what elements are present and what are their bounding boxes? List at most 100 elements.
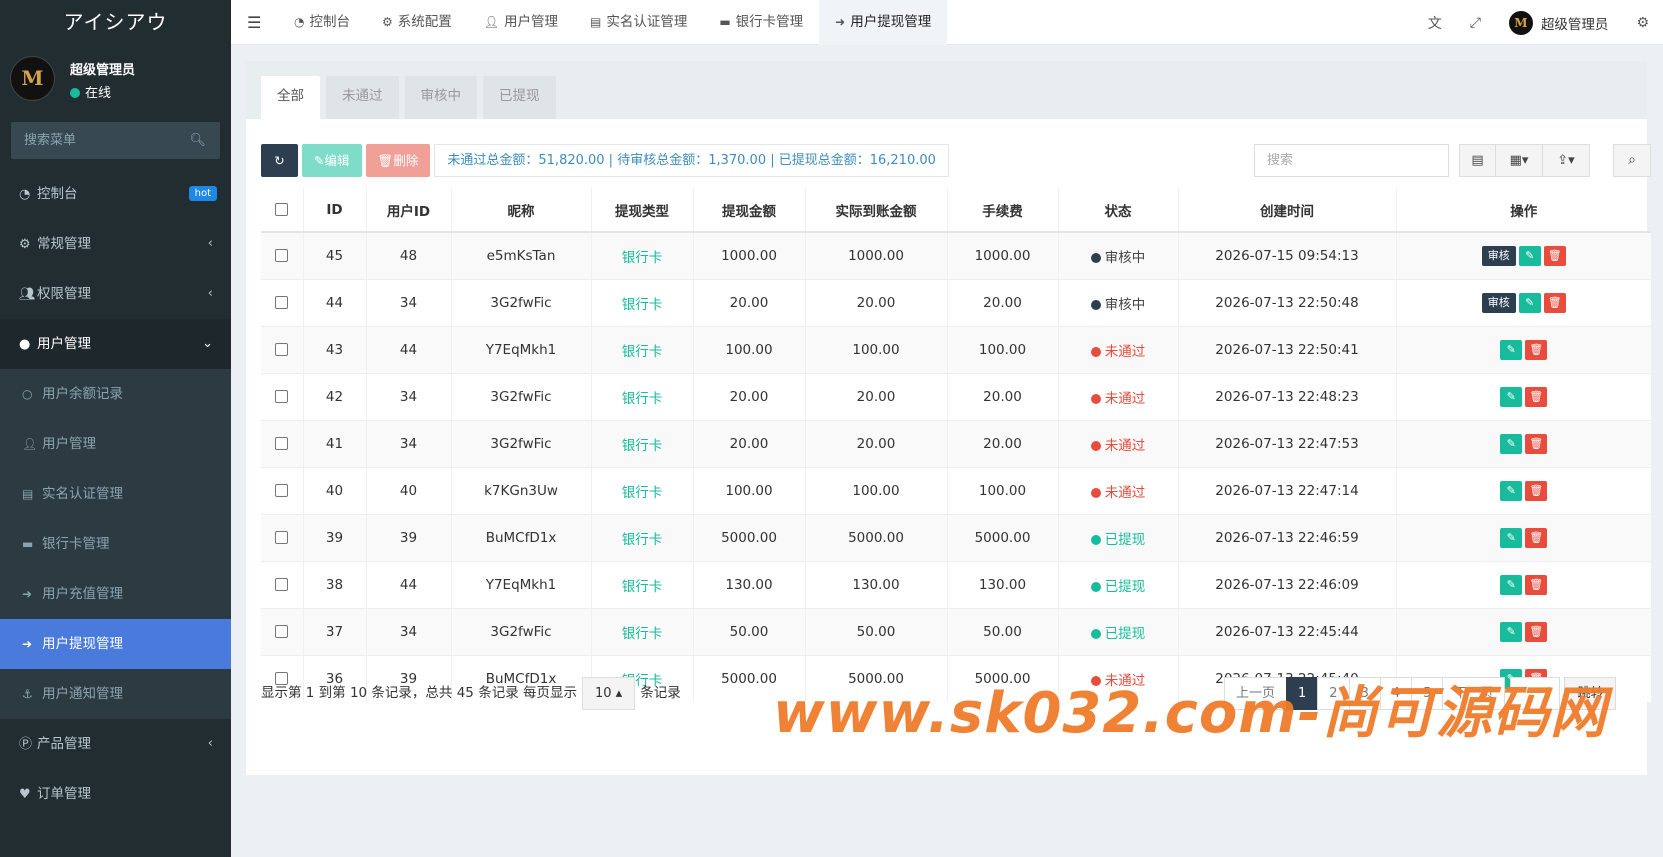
- tab-dashboard[interactable]: ◔ 控制台: [278, 0, 366, 45]
- filter-tab-pending[interactable]: 审核中: [404, 76, 477, 119]
- user-menu[interactable]: M 超级管理员: [1495, 10, 1623, 35]
- col-id[interactable]: ID: [302, 188, 366, 233]
- row-edit-button[interactable]: ✎: [1500, 433, 1523, 454]
- withdraw-type-link[interactable]: 银行卡: [622, 579, 663, 595]
- table-row[interactable]: 44 34 3G2fwFic 银行卡 20.00 20.00 20.00 审核中 2026-07…: [261, 278, 1651, 326]
- row-checkbox[interactable]: [275, 531, 289, 544]
- tab-bankcards[interactable]: ▬ 银行卡管理: [703, 0, 819, 45]
- row-edit-button[interactable]: ✎: [1500, 339, 1523, 360]
- sidebar-subitem-bankcards[interactable]: ▬ 银行卡管理: [0, 519, 231, 569]
- status-badge[interactable]: 已提现: [1090, 532, 1145, 548]
- row-delete-button[interactable]: 🗑︎: [1525, 386, 1548, 407]
- table-row[interactable]: 43 44 Y7EqMkh1 银行卡 100.00 100.00 100.00 未通过 2026…: [261, 325, 1651, 373]
- sidebar-subitem-withdraw[interactable]: ➜ 用户提现管理: [0, 619, 231, 669]
- col-status[interactable]: 状态: [1057, 188, 1178, 233]
- col-amount[interactable]: 提现金额: [692, 188, 805, 233]
- withdraw-type-link[interactable]: 银行卡: [622, 344, 663, 360]
- row-edit-button[interactable]: ✎: [1500, 574, 1523, 595]
- tab-user-management[interactable]: 👤︎ 用户管理: [468, 0, 574, 45]
- edit-button[interactable]: ✎编辑: [302, 144, 362, 177]
- row-delete-button[interactable]: 🗑︎: [1543, 245, 1566, 266]
- withdraw-type-link[interactable]: 银行卡: [622, 391, 663, 407]
- search-icon[interactable]: 🔍︎: [189, 133, 206, 148]
- table-row[interactable]: 37 34 3G2fwFic 银行卡 50.00 50.00 50.00 已提现 2026-07…: [261, 607, 1651, 655]
- status-badge[interactable]: 未通过: [1090, 391, 1145, 407]
- row-checkbox[interactable]: [275, 343, 289, 356]
- app-logo[interactable]: アイシアウ: [0, 0, 231, 44]
- withdraw-type-link[interactable]: 银行卡: [622, 297, 663, 313]
- row-checkbox[interactable]: [275, 578, 289, 591]
- sidebar-item-dashboard[interactable]: ◔ 控制台 hot: [0, 169, 231, 219]
- table-row[interactable]: 38 44 Y7EqMkh1 银行卡 130.00 130.00 130.00 已提现 2026…: [261, 560, 1651, 608]
- filter-tab-all[interactable]: 全部: [261, 76, 320, 119]
- col-type[interactable]: 提现类型: [590, 188, 693, 233]
- tab-system-config[interactable]: ⚙ 系统配置: [366, 0, 468, 45]
- status-badge[interactable]: 未通过: [1090, 438, 1145, 454]
- sidebar-item-general[interactable]: ⚙ 常规管理 ‹: [0, 219, 231, 269]
- fullscreen-icon[interactable]: ⤢: [1456, 15, 1495, 31]
- row-delete-button[interactable]: 🗑︎: [1525, 527, 1548, 548]
- col-fee[interactable]: 手续费: [946, 188, 1058, 233]
- row-edit-button[interactable]: ✎: [1500, 527, 1523, 548]
- col-uid[interactable]: 用户ID: [365, 188, 451, 233]
- gears-icon[interactable]: ⚙: [1622, 15, 1663, 31]
- status-badge[interactable]: 已提现: [1090, 626, 1145, 642]
- row-delete-button[interactable]: 🗑︎: [1525, 433, 1548, 454]
- sidebar-item-permissions[interactable]: 👥︎权限管理 ‹: [0, 269, 231, 319]
- menu-toggle-icon[interactable]: ☰: [247, 13, 261, 32]
- col-created[interactable]: 创建时间: [1177, 188, 1396, 233]
- row-checkbox[interactable]: [275, 249, 289, 263]
- status-badge[interactable]: 未通过: [1090, 344, 1145, 360]
- sidebar-subitem-notify[interactable]: ⚓︎ 用户通知管理: [0, 669, 231, 719]
- row-delete-button[interactable]: 🗑︎: [1525, 621, 1548, 642]
- tab-withdraw[interactable]: ➜ 用户提现管理: [819, 0, 948, 45]
- row-checkbox[interactable]: [275, 296, 289, 309]
- columns-button[interactable]: ▦▾: [1496, 144, 1543, 177]
- filter-tab-rejected[interactable]: 未通过: [326, 76, 399, 119]
- sidebar-subitem-recharge[interactable]: ➜ 用户充值管理: [0, 569, 231, 619]
- row-checkbox[interactable]: [275, 390, 289, 403]
- row-checkbox[interactable]: [275, 484, 289, 497]
- audit-button[interactable]: 审核: [1481, 245, 1516, 266]
- table-row[interactable]: 40 40 k7KGn3Uw 银行卡 100.00 100.00 100.00 未通过 2026…: [261, 466, 1651, 514]
- search-button[interactable]: ⌕: [1613, 144, 1651, 177]
- select-all-checkbox[interactable]: [275, 203, 289, 216]
- translate-icon[interactable]: 文: [1414, 13, 1456, 33]
- row-delete-button[interactable]: 🗑︎: [1525, 480, 1548, 501]
- table-row[interactable]: 42 34 3G2fwFic 银行卡 20.00 20.00 20.00 未通过 2026-07…: [261, 372, 1651, 420]
- sidebar-item-products[interactable]: Ⓟ 产品管理 ‹: [0, 719, 231, 769]
- row-checkbox[interactable]: [275, 625, 289, 638]
- row-edit-button[interactable]: ✎: [1518, 292, 1541, 313]
- row-edit-button[interactable]: ✎: [1500, 480, 1523, 501]
- sidebar-item-user-management[interactable]: ● 用户管理 ⌄: [0, 319, 231, 369]
- withdraw-type-link[interactable]: 银行卡: [622, 485, 663, 501]
- col-nickname[interactable]: 昵称: [450, 188, 591, 233]
- status-badge[interactable]: 未通过: [1090, 485, 1145, 501]
- withdraw-type-link[interactable]: 银行卡: [622, 532, 663, 548]
- audit-button[interactable]: 审核: [1481, 292, 1516, 313]
- table-row[interactable]: 45 48 e5mKsTan 银行卡 1000.00 1000.00 1000.00 审核中 2…: [261, 231, 1651, 279]
- row-delete-button[interactable]: 🗑︎: [1543, 292, 1566, 313]
- row-edit-button[interactable]: ✎: [1500, 621, 1523, 642]
- status-badge[interactable]: 已提现: [1090, 579, 1145, 595]
- toggle-view-button[interactable]: ▤: [1459, 144, 1496, 177]
- row-delete-button[interactable]: 🗑︎: [1525, 574, 1548, 595]
- row-delete-button[interactable]: 🗑︎: [1525, 339, 1548, 360]
- tab-realname[interactable]: ▤ 实名认证管理: [574, 0, 703, 45]
- row-checkbox[interactable]: [275, 437, 289, 450]
- export-button[interactable]: ⇪▾: [1543, 144, 1590, 177]
- refresh-button[interactable]: ↻: [261, 144, 298, 177]
- sidebar-subitem-realname[interactable]: ▤ 实名认证管理: [0, 469, 231, 519]
- withdraw-type-link[interactable]: 银行卡: [622, 438, 663, 454]
- delete-button[interactable]: 🗑︎删除: [365, 144, 431, 177]
- row-edit-button[interactable]: ✎: [1518, 245, 1541, 266]
- withdraw-type-link[interactable]: 银行卡: [622, 250, 663, 266]
- sidebar-subitem-balance-log[interactable]: ○ 用户余额记录: [0, 369, 231, 419]
- row-edit-button[interactable]: ✎: [1500, 386, 1523, 407]
- withdraw-type-link[interactable]: 银行卡: [622, 626, 663, 642]
- filter-tab-withdrawn[interactable]: 已提现: [483, 76, 556, 119]
- page-size-select[interactable]: 10 ▴: [581, 677, 636, 710]
- col-actual[interactable]: 实际到账金额: [804, 188, 947, 233]
- sidebar-subitem-users[interactable]: 👤︎ 用户管理: [0, 419, 231, 469]
- status-badge[interactable]: 审核中: [1090, 297, 1145, 313]
